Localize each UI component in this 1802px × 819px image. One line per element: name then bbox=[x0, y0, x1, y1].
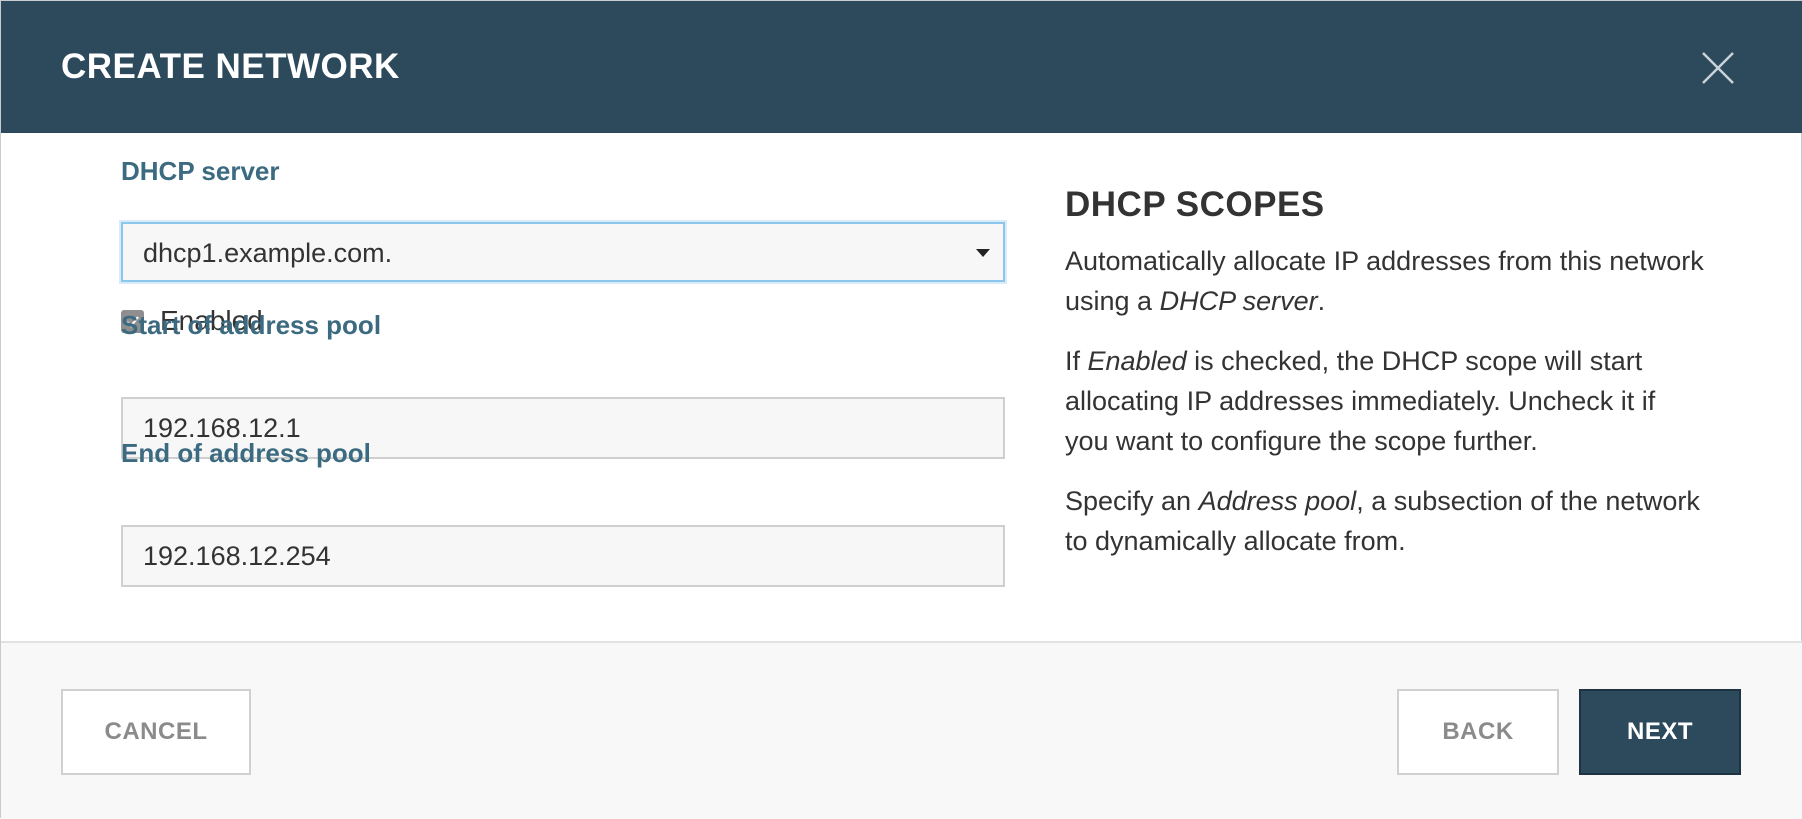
dialog-footer: CANCEL BACK NEXT bbox=[1, 641, 1802, 819]
pool-end-label: End of address pool bbox=[121, 438, 371, 468]
create-network-dialog: CREATE NETWORK DHCP server dhcp1.example… bbox=[0, 0, 1802, 819]
pool-end-input[interactable] bbox=[121, 525, 1005, 587]
dhcp-server-select[interactable]: dhcp1.example.com. bbox=[121, 222, 1005, 282]
dhcp-server-label: DHCP server bbox=[121, 156, 280, 186]
back-button[interactable]: BACK bbox=[1397, 689, 1559, 775]
cancel-button[interactable]: CANCEL bbox=[61, 689, 251, 775]
close-icon[interactable] bbox=[1701, 51, 1735, 85]
help-paragraph-3: Specify an Address pool, a subsection of… bbox=[1065, 486, 1700, 556]
dialog-body: DHCP server dhcp1.example.com. Enabled S… bbox=[1, 133, 1802, 641]
next-button[interactable]: NEXT bbox=[1579, 689, 1741, 775]
dialog-title: CREATE NETWORK bbox=[61, 47, 400, 86]
help-paragraph-1: Automatically allocate IP addresses from… bbox=[1065, 246, 1704, 316]
help-title: DHCP SCOPES bbox=[1065, 185, 1325, 224]
dhcp-server-selected-value: dhcp1.example.com. bbox=[143, 238, 393, 268]
help-paragraph-2: If Enabled is checked, the DHCP scope wi… bbox=[1065, 346, 1656, 456]
pool-start-label: Start of address pool bbox=[121, 310, 382, 340]
caret-down-icon bbox=[975, 246, 991, 258]
dialog-header: CREATE NETWORK bbox=[1, 1, 1802, 133]
